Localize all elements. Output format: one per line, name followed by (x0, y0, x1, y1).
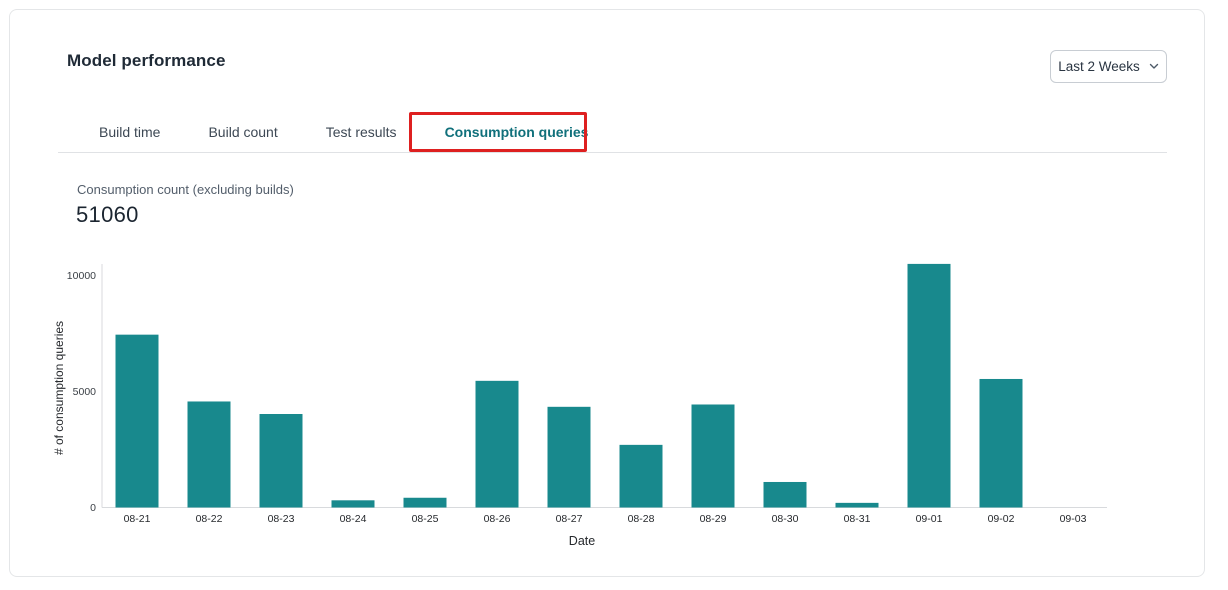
tab-build-time[interactable]: Build time (99, 124, 160, 140)
chevron-down-icon (1149, 63, 1159, 70)
screen: { "header": { "title": "Model performanc… (0, 0, 1228, 590)
metric-value: 51060 (76, 202, 139, 228)
metric-label: Consumption count (excluding builds) (77, 182, 294, 197)
tab-test-results[interactable]: Test results (326, 124, 397, 140)
tab-build-count[interactable]: Build count (208, 124, 277, 140)
model-performance-card: Model performance Last 2 Weeks Build tim… (9, 9, 1205, 577)
date-range-value: Last 2 Weeks (1058, 59, 1140, 74)
tab-divider (58, 152, 1167, 153)
tab-consumption-queries[interactable]: Consumption queries (445, 124, 589, 140)
date-range-dropdown[interactable]: Last 2 Weeks (1050, 50, 1167, 83)
page-title: Model performance (67, 51, 226, 71)
tab-bar: Build time Build count Test results Cons… (99, 124, 588, 140)
